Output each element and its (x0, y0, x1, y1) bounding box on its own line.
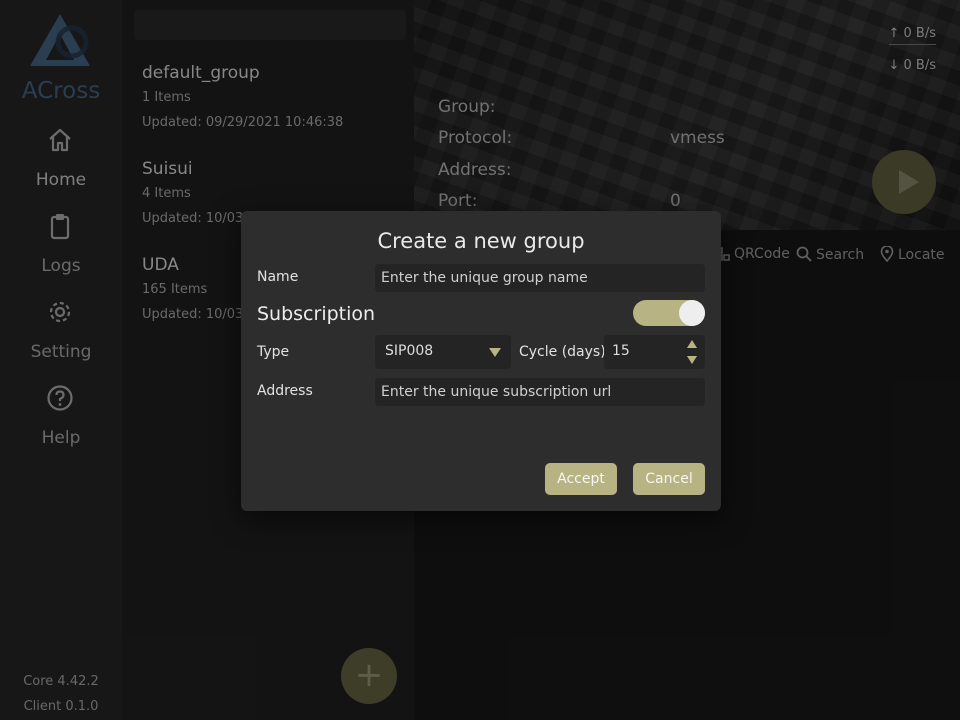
increment-arrow-icon[interactable] (687, 340, 697, 348)
address-field-label: Address (257, 383, 313, 399)
accept-button[interactable]: Accept (545, 463, 617, 495)
type-select[interactable]: SIP008 (375, 335, 511, 369)
name-label: Name (257, 269, 299, 285)
cycle-label: Cycle (days) (519, 344, 606, 360)
app-window: ACross Home Logs Setting Help Core 4.42.… (0, 0, 960, 720)
create-group-dialog: Create a new group Name Subscription Typ… (241, 211, 721, 511)
dropdown-arrow-icon (489, 348, 501, 357)
subscription-url-input[interactable] (375, 378, 705, 406)
cycle-days-spinbox[interactable]: 15 (604, 335, 705, 369)
subscription-toggle[interactable] (633, 300, 705, 326)
group-name-input[interactable] (375, 264, 705, 292)
cycle-days-value: 15 (612, 343, 630, 359)
type-label: Type (257, 344, 290, 360)
cancel-button[interactable]: Cancel (633, 463, 705, 495)
decrement-arrow-icon[interactable] (687, 356, 697, 364)
dialog-title: Create a new group (377, 229, 585, 253)
subscription-label: Subscription (257, 303, 376, 325)
type-select-value: SIP008 (385, 343, 434, 359)
toggle-knob (679, 300, 705, 326)
